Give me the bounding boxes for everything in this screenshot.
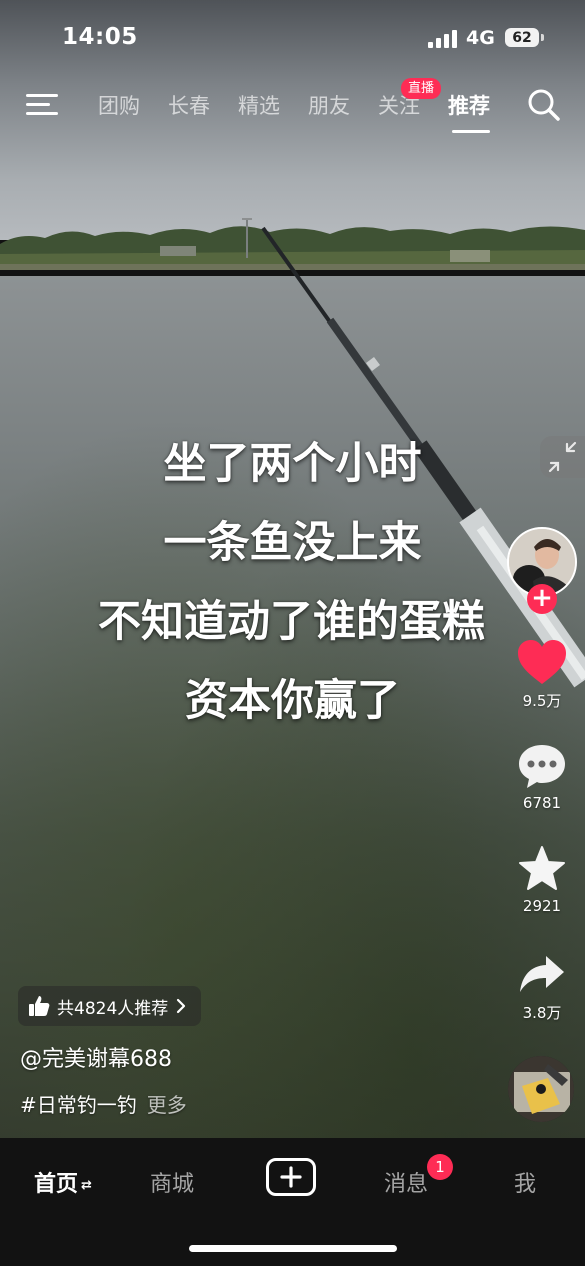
search-icon[interactable] — [526, 87, 562, 123]
status-time: 14:05 — [62, 24, 138, 50]
tab-group-buy[interactable]: 团购 — [98, 90, 140, 120]
chevron-right-icon — [177, 998, 186, 1014]
favorite-button[interactable]: 2921 — [505, 845, 579, 915]
comment-count: 6781 — [522, 794, 562, 812]
switch-icon: ⇄ — [81, 1177, 92, 1193]
tab-mall[interactable]: 商城 — [150, 1166, 194, 1198]
music-disc[interactable] — [508, 1056, 574, 1122]
battery-tip — [541, 34, 544, 41]
favorite-count: 2921 — [522, 897, 562, 915]
signal-icon — [428, 30, 457, 48]
recommend-text: 共4824人推荐 — [57, 998, 169, 1019]
star-icon — [519, 846, 565, 890]
share-count: 3.8万 — [522, 1004, 562, 1022]
caption-line-2: 一条鱼没上来 — [163, 518, 422, 568]
shrink-button[interactable] — [540, 436, 585, 478]
active-tab-indicator — [452, 130, 490, 133]
hashtag-link[interactable]: #日常钓一钓 — [20, 1093, 137, 1117]
top-navigation: 团购 长春 精选 朋友 关注 直播 推荐 — [0, 78, 585, 138]
comment-button[interactable]: 6781 — [505, 742, 579, 812]
tab-messages[interactable]: 消息 — [384, 1166, 428, 1198]
recommend-pill[interactable]: 共4824人推荐 — [18, 986, 202, 1026]
create-button[interactable] — [266, 1158, 316, 1196]
like-count: 9.5万 — [522, 692, 562, 710]
battery-level: 62 — [512, 29, 532, 46]
home-indicator[interactable] — [189, 1245, 397, 1252]
live-badge[interactable]: 直播 — [401, 78, 442, 99]
caption-line-1: 坐了两个小时 — [163, 439, 422, 489]
tab-friends[interactable]: 朋友 — [308, 90, 350, 120]
tab-featured[interactable]: 精选 — [238, 90, 280, 120]
network-type: 4G — [466, 27, 495, 49]
share-icon — [520, 956, 564, 992]
message-badge: 1 — [427, 1154, 453, 1180]
author-name[interactable]: @完美谢幕688 — [20, 1041, 172, 1073]
tab-city[interactable]: 长春 — [168, 90, 210, 120]
follow-button[interactable]: + — [527, 584, 557, 614]
video-caption: 坐了两个小时 一条鱼没上来 不知道动了谁的蛋糕 资本你赢了 — [0, 425, 585, 741]
menu-icon[interactable] — [26, 92, 58, 118]
comment-icon — [519, 745, 565, 788]
thumbs-up-icon — [29, 996, 50, 1016]
tab-home-label: 首页 — [34, 1172, 79, 1197]
status-bar: 14:05 4G 62 — [0, 0, 585, 76]
shrink-icon — [548, 441, 577, 473]
plus-icon — [280, 1166, 302, 1188]
tab-home[interactable]: 首页 ⇄ — [34, 1166, 92, 1198]
share-button[interactable]: 3.8万 — [505, 950, 579, 1023]
caption-line-3: 不知道动了谁的蛋糕 — [98, 597, 485, 647]
tab-recommended[interactable]: 推荐 — [448, 90, 490, 120]
heart-icon — [518, 640, 566, 684]
battery-icon: 62 — [505, 28, 539, 47]
music-cover-image — [508, 1056, 574, 1122]
tab-me[interactable]: 我 — [514, 1166, 536, 1198]
like-button[interactable]: 9.5万 — [505, 638, 579, 711]
video-description: #日常钓一钓 更多 — [20, 1089, 187, 1118]
more-button[interactable]: 更多 — [147, 1093, 187, 1117]
caption-line-4: 资本你赢了 — [185, 676, 400, 726]
